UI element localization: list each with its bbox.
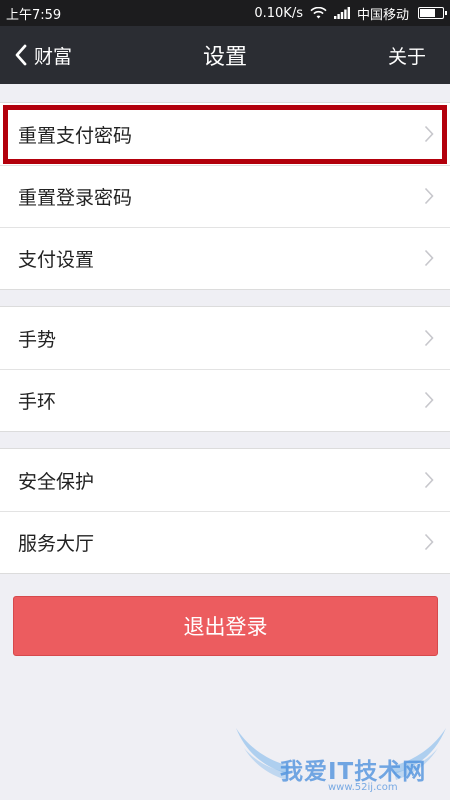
chevron-left-icon [15, 44, 27, 66]
logout-button[interactable]: 退出登录 [13, 596, 438, 656]
chevron-right-icon [424, 125, 434, 143]
chevron-right-icon [424, 533, 434, 551]
battery-icon [418, 7, 447, 19]
back-label: 财富 [34, 45, 73, 68]
gesture-item[interactable]: 手势 [0, 307, 450, 369]
chevron-right-icon [424, 249, 434, 267]
chevron-right-icon [424, 471, 434, 489]
network-speed: 0.10K/s [254, 5, 303, 21]
settings-group-security: 安全保护 服务大厅 [0, 448, 450, 574]
watermark: 我爱IT技术网 www.52ij.com [232, 722, 450, 800]
wristband-item[interactable]: 手环 [0, 369, 450, 431]
about-button[interactable]: 关于 [388, 26, 426, 84]
status-indicators: 0.10K/s 中国移动 [254, 4, 447, 23]
back-button[interactable]: 财富 [14, 26, 72, 84]
nav-bar: 财富 设置 关于 [0, 26, 450, 84]
status-time: 上午7:59 [6, 7, 62, 23]
carrier-name: 中国移动 [356, 7, 409, 23]
settings-group-devices: 手势 手环 [0, 306, 450, 432]
list-item-label: 服务大厅 [18, 532, 95, 555]
status-bar: 上午7:59 0.10K/s 中国移动 [0, 0, 450, 26]
watermark-url: www.52ij.com [328, 782, 398, 793]
list-item-label: 重置登录密码 [18, 186, 133, 209]
chevron-right-icon [424, 187, 434, 205]
chevron-right-icon [424, 391, 434, 409]
list-item-label: 手势 [18, 328, 57, 351]
signal-icon [333, 7, 350, 19]
list-item-label: 支付设置 [18, 248, 95, 271]
reset-login-password-item[interactable]: 重置登录密码 [0, 165, 450, 227]
security-protection-item[interactable]: 安全保护 [0, 449, 450, 511]
list-item-label: 手环 [18, 390, 57, 413]
watermark-text: 我爱IT技术网 [280, 759, 427, 785]
settings-group-password: 重置支付密码 重置登录密码 支付设置 [0, 102, 450, 290]
list-item-label: 安全保护 [18, 470, 95, 493]
chevron-right-icon [424, 329, 434, 347]
list-item-label: 重置支付密码 [18, 124, 133, 147]
payment-settings-item[interactable]: 支付设置 [0, 227, 450, 289]
reset-pay-password-item[interactable]: 重置支付密码 [0, 103, 450, 165]
service-hall-item[interactable]: 服务大厅 [0, 511, 450, 573]
wifi-icon [310, 7, 327, 19]
